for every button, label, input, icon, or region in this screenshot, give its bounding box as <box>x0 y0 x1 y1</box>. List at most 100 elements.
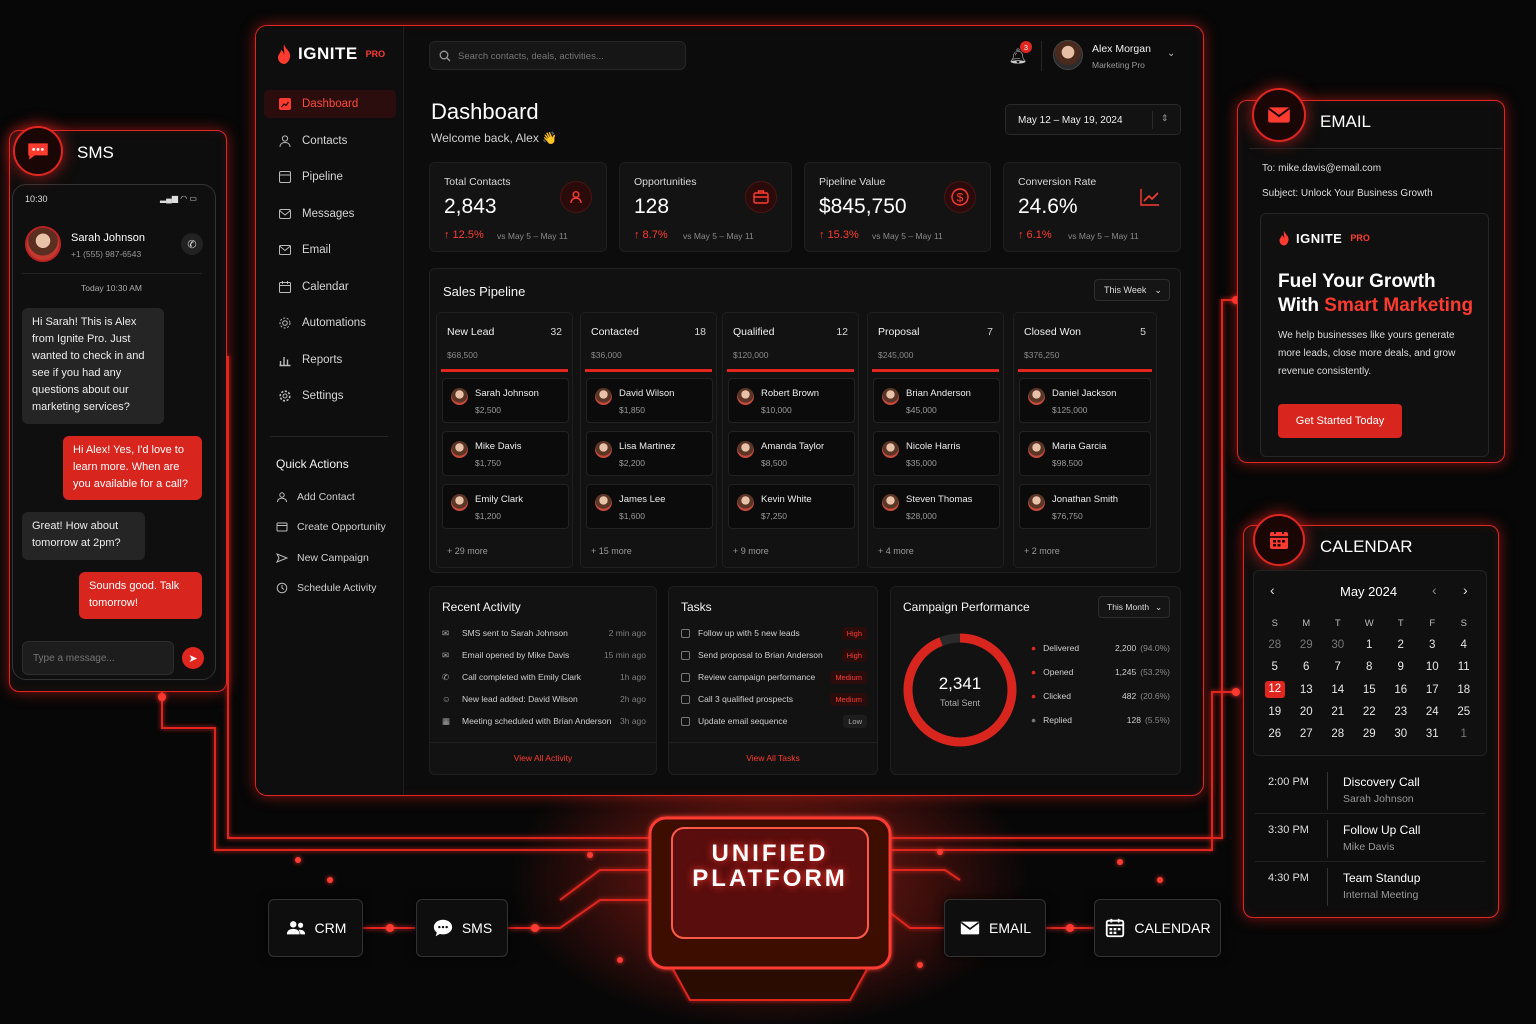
calendar-badge[interactable]: CALENDAR <box>1094 899 1221 957</box>
pipeline-filter-dropdown[interactable]: This Week ⌄ <box>1094 279 1170 301</box>
activity-item[interactable]: ✆ Call completed with Emily Clark 1h ago <box>442 669 646 685</box>
calendar-day[interactable]: 6 <box>1291 656 1323 678</box>
kpi-card-conversion-rate[interactable]: Conversion Rate 24.6% ↑ 6.1% vs May 5 – … <box>1003 162 1181 252</box>
prev-month-secondary-icon[interactable]: ‹ <box>1432 582 1437 598</box>
chevron-down-icon[interactable]: ⌄ <box>1167 48 1175 59</box>
calendar-day[interactable]: 30 <box>1322 634 1354 656</box>
task-item[interactable]: Follow up with 5 new leads High <box>681 625 867 641</box>
calendar-day[interactable]: 22 <box>1354 701 1386 723</box>
calendar-day[interactable]: 5 <box>1259 656 1291 678</box>
task-checkbox[interactable] <box>681 628 690 638</box>
stage-more-link[interactable]: + 15 more <box>591 546 632 556</box>
calendar-day[interactable]: 28 <box>1322 723 1354 745</box>
nav-dashboard[interactable]: Dashboard <box>264 90 396 118</box>
activity-item[interactable]: ☺ New lead added: David Wilson 2h ago <box>442 691 646 707</box>
activity-item[interactable]: ✉ Email opened by Mike Davis 15 min ago <box>442 647 646 663</box>
calendar-day[interactable]: 3 <box>1417 634 1449 656</box>
activity-item[interactable]: ▦ Meeting scheduled with Brian Anderson 3h… <box>442 713 646 729</box>
calendar-day[interactable]: 28 <box>1259 634 1291 656</box>
campaign-filter-dropdown[interactable]: This Month ⌄ <box>1098 596 1170 618</box>
calendar-day[interactable]: 2 <box>1385 634 1417 656</box>
deal-card[interactable]: Maria Garcia $98,500 <box>1019 431 1151 476</box>
calendar-day[interactable]: 21 <box>1322 701 1354 723</box>
quick-action-create-opportunity[interactable]: Create Opportunity <box>276 521 386 533</box>
calendar-day[interactable]: 29 <box>1354 723 1386 745</box>
search-bar[interactable] <box>429 41 686 70</box>
task-checkbox[interactable] <box>681 650 690 660</box>
send-icon[interactable]: ➤ <box>182 647 204 669</box>
stage-more-link[interactable]: + 2 more <box>1024 546 1060 556</box>
calendar-day[interactable]: 25 <box>1448 701 1480 723</box>
nav-automations[interactable]: Automations <box>264 309 396 337</box>
calendar-day[interactable]: 15 <box>1354 679 1386 701</box>
nav-pipeline[interactable]: Pipeline <box>264 163 396 191</box>
calendar-day[interactable]: 4 <box>1448 634 1480 656</box>
deal-card[interactable]: Brian Anderson $45,000 <box>873 378 1000 423</box>
calendar-day[interactable]: 18 <box>1448 679 1480 701</box>
stage-more-link[interactable]: + 9 more <box>733 546 769 556</box>
calendar-day[interactable]: 11 <box>1448 656 1480 678</box>
brand-logo[interactable]: IGNITE PRO <box>276 44 385 64</box>
task-checkbox[interactable] <box>681 672 690 682</box>
calendar-event[interactable]: 3:30 PM Follow Up Call Mike Davis <box>1255 816 1485 862</box>
activity-item[interactable]: ✉ SMS sent to Sarah Johnson 2 min ago <box>442 625 646 641</box>
nav-email[interactable]: Email <box>264 236 396 264</box>
deal-card[interactable]: Jonathan Smith $76,750 <box>1019 484 1151 529</box>
stage-more-link[interactable]: + 4 more <box>878 546 914 556</box>
calendar-day[interactable]: 17 <box>1417 679 1449 701</box>
task-checkbox[interactable] <box>681 694 690 704</box>
get-started-button[interactable]: Get Started Today <box>1278 404 1402 438</box>
kpi-card-opportunities[interactable]: Opportunities 128 ↑ 8.7% vs May 5 – May … <box>619 162 792 252</box>
calendar-event[interactable]: 2:00 PM Discovery Call Sarah Johnson <box>1255 768 1485 814</box>
deal-card[interactable]: Robert Brown $10,000 <box>728 378 855 423</box>
deal-card[interactable]: Amanda Taylor $8,500 <box>728 431 855 476</box>
deal-card[interactable]: Daniel Jackson $125,000 <box>1019 378 1151 423</box>
task-item[interactable]: Send proposal to Brian Anderson High <box>681 647 867 663</box>
calendar-day-selected[interactable]: 12 <box>1259 679 1291 701</box>
calendar-day[interactable]: 20 <box>1291 701 1323 723</box>
calendar-day[interactable]: 23 <box>1385 701 1417 723</box>
calendar-day[interactable]: 26 <box>1259 723 1291 745</box>
task-item[interactable]: Review campaign performance Medium <box>681 669 867 685</box>
crm-badge[interactable]: CRM <box>268 899 363 957</box>
view-all-tasks-link[interactable]: View All Tasks <box>669 753 877 763</box>
view-all-activity-link[interactable]: View All Activity <box>430 753 656 763</box>
calendar-day[interactable]: 8 <box>1354 656 1386 678</box>
email-badge[interactable]: EMAIL <box>944 899 1046 957</box>
nav-messages[interactable]: Messages <box>264 200 396 228</box>
calendar-day[interactable]: 13 <box>1291 679 1323 701</box>
deal-card[interactable]: Nicole Harris $35,000 <box>873 431 1000 476</box>
nav-settings[interactable]: Settings <box>264 382 396 410</box>
calendar-day[interactable]: 30 <box>1385 723 1417 745</box>
deal-card[interactable]: Kevin White $7,250 <box>728 484 855 529</box>
task-checkbox[interactable] <box>681 716 690 726</box>
quick-action-new-campaign[interactable]: New Campaign <box>276 552 369 564</box>
calendar-day[interactable]: 10 <box>1417 656 1449 678</box>
search-input[interactable] <box>458 46 678 66</box>
stage-more-link[interactable]: + 29 more <box>447 546 488 556</box>
kpi-card-pipeline-value[interactable]: Pipeline Value $845,750 ↑ 15.3% vs May 5… <box>804 162 991 252</box>
calendar-day[interactable]: 1 <box>1354 634 1386 656</box>
deal-card[interactable]: Sarah Johnson $2,500 <box>442 378 569 423</box>
nav-reports[interactable]: Reports <box>264 346 396 374</box>
deal-card[interactable]: Emily Clark $1,200 <box>442 484 569 529</box>
deal-card[interactable]: Steven Thomas $28,000 <box>873 484 1000 529</box>
calendar-event[interactable]: 4:30 PM Team Standup Internal Meeting <box>1255 864 1485 910</box>
calendar-day[interactable]: 24 <box>1417 701 1449 723</box>
deal-card[interactable]: Lisa Martinez $2,200 <box>586 431 713 476</box>
next-month-icon[interactable]: › <box>1463 582 1468 598</box>
calendar-day[interactable]: 31 <box>1417 723 1449 745</box>
prev-month-icon[interactable]: ‹ <box>1270 582 1275 598</box>
deal-card[interactable]: Mike Davis $1,750 <box>442 431 569 476</box>
quick-action-schedule-activity[interactable]: Schedule Activity <box>276 582 376 594</box>
task-item[interactable]: Update email sequence Low <box>681 713 867 729</box>
sms-message-input[interactable] <box>22 641 174 675</box>
quick-action-add-contact[interactable]: Add Contact <box>276 491 355 503</box>
nav-calendar[interactable]: Calendar <box>264 273 396 301</box>
calendar-day[interactable]: 27 <box>1291 723 1323 745</box>
calendar-day[interactable]: 9 <box>1385 656 1417 678</box>
kpi-card-total-contacts[interactable]: Total Contacts 2,843 ↑ 12.5% vs May 5 – … <box>429 162 607 252</box>
calendar-day[interactable]: 16 <box>1385 679 1417 701</box>
date-range-picker[interactable]: May 12 – May 19, 2024 ⇕ <box>1005 104 1181 135</box>
calendar-day[interactable]: 29 <box>1291 634 1323 656</box>
